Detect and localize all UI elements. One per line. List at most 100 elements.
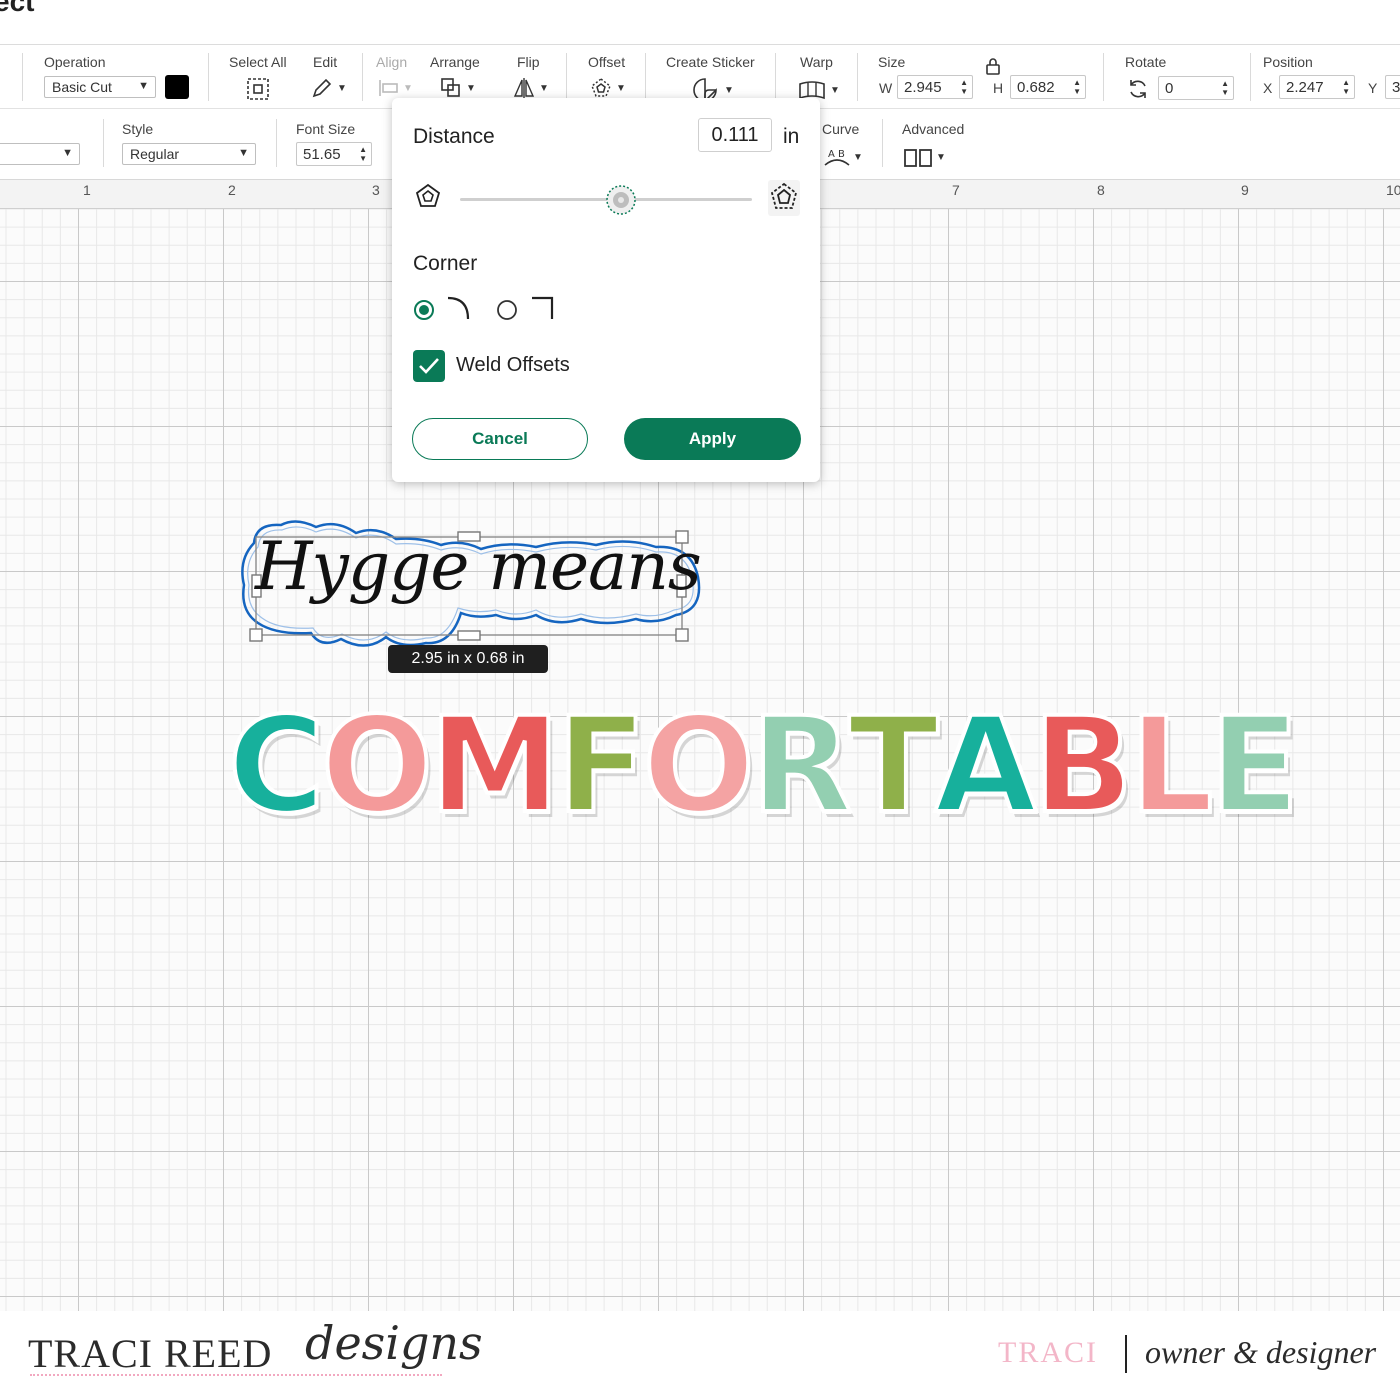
block-letter: O xyxy=(641,689,757,843)
rotate-icon[interactable] xyxy=(1126,77,1150,101)
script-text-object[interactable]: Hygge means xyxy=(255,528,702,605)
position-label: Position xyxy=(1263,54,1313,70)
divider xyxy=(276,119,277,167)
lock-icon[interactable] xyxy=(985,57,1001,75)
curve-label: Curve xyxy=(822,121,860,137)
position-y-input[interactable]: 3 xyxy=(1385,75,1400,99)
offset-icon[interactable] xyxy=(589,76,613,100)
chevron-down-icon: ▼ xyxy=(138,80,149,92)
dimension-tooltip: 2.95 in x 0.68 in xyxy=(388,645,548,673)
block-letter: L xyxy=(1127,689,1215,843)
rotate-value: 0 xyxy=(1165,80,1174,97)
offset-small-icon[interactable] xyxy=(414,182,442,210)
width-input[interactable]: 2.945 ▲ ▼ xyxy=(897,75,973,99)
operation-color-swatch[interactable] xyxy=(165,75,189,99)
divider xyxy=(1250,53,1251,101)
block-letter: B xyxy=(1031,689,1136,843)
edit-label: Edit xyxy=(313,54,338,70)
chevron-down-icon: ▼ xyxy=(238,147,249,159)
stepper-icon[interactable]: ▲ ▼ xyxy=(359,145,367,163)
ruler-tick: 7 xyxy=(952,182,960,198)
ruler-tick: 10 xyxy=(1386,182,1400,198)
block-text-object[interactable]: COMFORTABLE xyxy=(226,689,1302,843)
divider xyxy=(645,53,646,101)
stepper-icon[interactable]: ▲ ▼ xyxy=(1221,79,1229,97)
stepper-icon[interactable]: ▲ ▼ xyxy=(1342,78,1350,96)
brand-name: TRACI REED xyxy=(28,1331,273,1376)
x-label: X xyxy=(1263,80,1273,96)
corner-label: Corner xyxy=(413,252,478,275)
chevron-down-icon[interactable]: ▼ xyxy=(853,152,863,163)
arrange-icon[interactable] xyxy=(439,76,463,100)
font-select[interactable]: ▼ xyxy=(0,143,80,165)
divider xyxy=(775,53,776,101)
brand-underline xyxy=(30,1374,442,1376)
select-all-label: Select All xyxy=(229,54,287,70)
chevron-down-icon[interactable]: ▼ xyxy=(830,85,840,96)
distance-slider-thumb[interactable] xyxy=(605,184,637,216)
rotate-input[interactable]: 0 ▲ ▼ xyxy=(1158,76,1234,100)
weld-offsets-checkbox[interactable] xyxy=(413,350,445,382)
divider xyxy=(22,53,23,101)
ruler-tick: 3 xyxy=(372,182,380,198)
divider xyxy=(208,53,209,101)
curve-text-icon[interactable]: A B xyxy=(822,145,852,169)
rotate-label: Rotate xyxy=(1125,54,1167,70)
chevron-down-icon[interactable]: ▼ xyxy=(724,85,734,96)
ruler-tick: 8 xyxy=(1097,182,1105,198)
operation-select[interactable]: Basic Cut ▼ xyxy=(44,76,156,98)
offset-popup: Distance 0.111 in Corner Weld Offsets Ca… xyxy=(392,98,820,482)
stepper-icon[interactable]: ▲ ▼ xyxy=(960,78,968,96)
select-all-icon[interactable] xyxy=(246,77,270,101)
width-label: W xyxy=(879,80,893,96)
chevron-down-icon[interactable]: ▼ xyxy=(403,83,413,94)
chevron-down-icon[interactable]: ▼ xyxy=(337,83,347,94)
divider xyxy=(857,53,858,101)
cancel-button[interactable]: Cancel xyxy=(412,418,588,460)
height-input[interactable]: 0.682 ▲ ▼ xyxy=(1010,75,1086,99)
block-letter: C xyxy=(226,689,327,843)
chevron-down-icon: ▼ xyxy=(62,147,73,159)
chevron-down-icon[interactable]: ▼ xyxy=(616,83,626,94)
flip-icon[interactable] xyxy=(512,76,536,100)
divider xyxy=(882,119,883,167)
align-icon[interactable] xyxy=(378,78,400,98)
height-value: 0.682 xyxy=(1017,79,1055,96)
block-letter: A xyxy=(933,689,1039,843)
svg-text:A B: A B xyxy=(828,149,845,160)
chevron-down-icon[interactable]: ▼ xyxy=(539,83,549,94)
style-select[interactable]: Regular ▼ xyxy=(122,143,256,165)
apply-button[interactable]: Apply xyxy=(624,418,801,460)
corner-rounded-radio[interactable] xyxy=(412,298,436,322)
advanced-icon[interactable] xyxy=(903,147,933,169)
distance-unit: in xyxy=(783,125,800,148)
offset-large-icon[interactable] xyxy=(768,180,800,216)
divider xyxy=(362,53,363,101)
corner-square-radio[interactable] xyxy=(495,298,519,322)
size-label: Size xyxy=(878,54,906,70)
chevron-down-icon[interactable]: ▼ xyxy=(936,152,946,163)
operation-value: Basic Cut xyxy=(52,79,112,95)
font-size-input[interactable]: 51.65 ▲ ▼ xyxy=(296,142,372,166)
offset-label: Offset xyxy=(588,54,626,70)
font-size-label: Font Size xyxy=(296,121,356,137)
block-letter: F xyxy=(554,689,648,843)
brand-name-right: TRACI xyxy=(998,1336,1098,1369)
height-label: H xyxy=(993,80,1004,96)
distance-input[interactable]: 0.111 xyxy=(698,118,772,152)
arrange-label: Arrange xyxy=(430,54,480,70)
pencil-icon[interactable] xyxy=(310,76,334,100)
block-letter: M xyxy=(427,689,562,843)
y-label: Y xyxy=(1368,80,1378,96)
brand-role: owner & designer xyxy=(1145,1334,1377,1370)
position-x-input[interactable]: 2.247 ▲ ▼ xyxy=(1279,75,1355,99)
divider xyxy=(1103,53,1104,101)
style-value: Regular xyxy=(130,146,180,162)
project-title: ect" xyxy=(0,0,48,17)
block-letter: R xyxy=(749,689,855,843)
chevron-down-icon[interactable]: ▼ xyxy=(466,83,476,94)
align-label: Align xyxy=(376,54,408,70)
flip-label: Flip xyxy=(517,54,540,70)
block-letter: E xyxy=(1207,689,1301,843)
stepper-icon[interactable]: ▲ ▼ xyxy=(1073,78,1081,96)
